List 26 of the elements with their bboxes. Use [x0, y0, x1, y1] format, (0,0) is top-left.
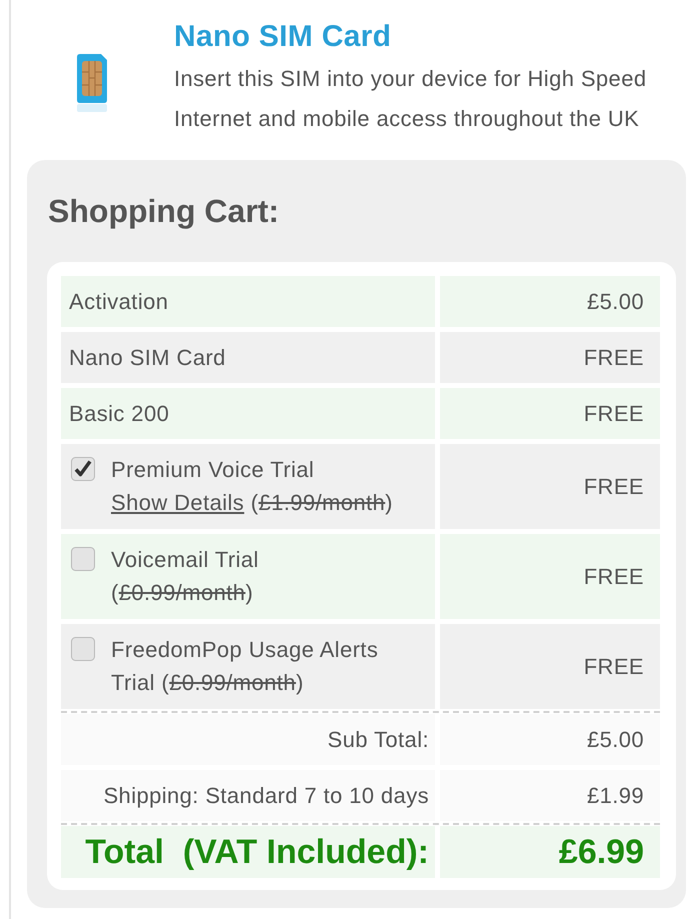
checkbox[interactable] — [71, 637, 95, 661]
total-label: Total (VAT Included): — [61, 826, 435, 878]
subtotal-label: Sub Total: — [61, 714, 435, 765]
price-cell: FREE — [440, 534, 660, 619]
checkbox[interactable] — [71, 457, 95, 481]
shipping-label: Shipping: Standard 7 to 10 days — [61, 770, 435, 821]
show-details-link[interactable]: Show Details — [111, 490, 244, 515]
price-cell: £5.00 — [440, 276, 660, 327]
option-label: FreedomPop Usage Alerts Trial (£0.99/month) — [111, 636, 380, 697]
total-value: £6.99 — [440, 826, 660, 878]
product-description: Insert this SIM into your device for High Speed Internet and mobile access throughout the UK — [174, 65, 648, 133]
sim-card-icon — [77, 54, 108, 112]
item-name-cell: Activation — [61, 276, 435, 327]
price-cell: FREE — [440, 444, 660, 529]
subtotal-value: £5.00 — [440, 714, 660, 765]
price-cell: FREE — [440, 624, 660, 709]
shipping-value: £1.99 — [440, 770, 660, 821]
option-label: Voicemail Trial (£0.99/month) — [111, 546, 260, 607]
checkbox[interactable] — [71, 547, 95, 571]
price-cell: FREE — [440, 388, 660, 439]
option-label: Premium Voice Trial Show Details (£1.99/month) — [111, 456, 394, 517]
price-cell: FREE — [440, 332, 660, 383]
cart-title: Shopping Cart: — [48, 192, 280, 231]
item-name-cell: Basic 200 — [61, 388, 435, 439]
item-name-cell: Nano SIM Card — [61, 332, 435, 383]
product-title: Nano SIM Card — [174, 19, 392, 55]
